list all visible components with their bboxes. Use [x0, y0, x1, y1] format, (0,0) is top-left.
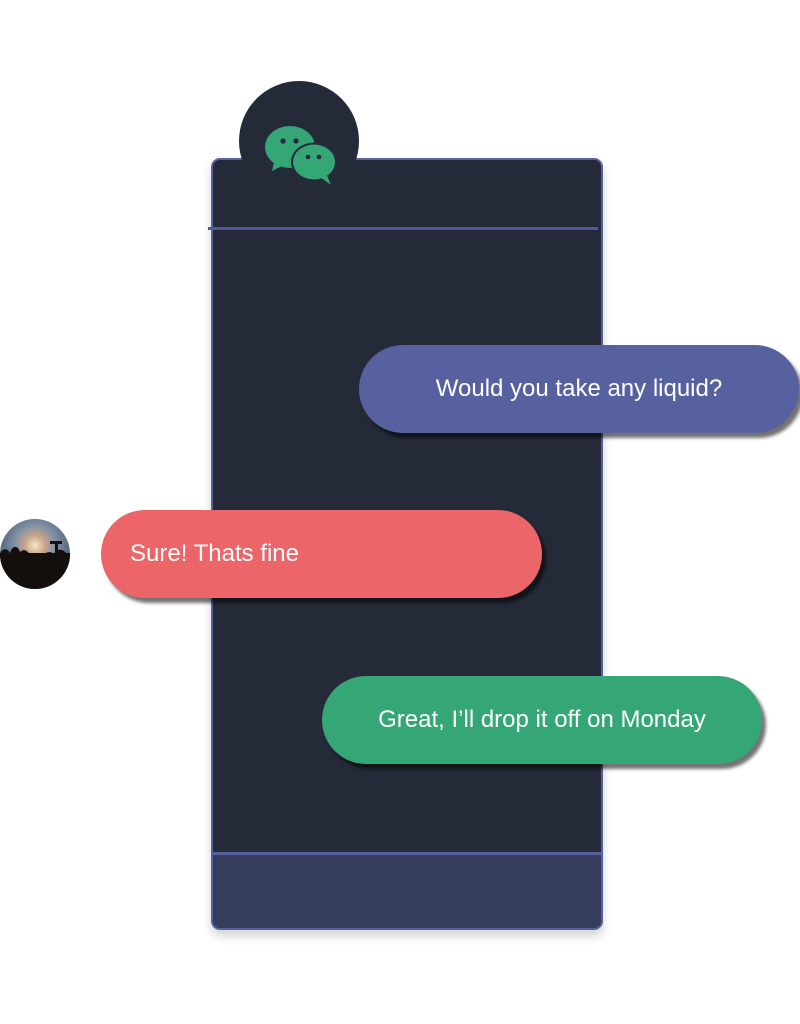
message-text: Great, I’ll drop it off on Monday [378, 706, 706, 733]
app-badge [239, 81, 359, 201]
message-text: Sure! Thats fine [130, 540, 299, 567]
header-divider [208, 227, 598, 230]
message-outgoing[interactable]: Great, I’ll drop it off on Monday [322, 676, 762, 764]
avatar-ground [0, 552, 70, 589]
phone-input-bar[interactable] [213, 852, 601, 928]
input-bar-divider [213, 852, 601, 855]
avatar[interactable] [0, 519, 70, 589]
chat-illustration: Would you take any liquid? Sure! Thats f… [0, 0, 800, 1024]
chat-bubbles-icon [265, 126, 336, 185]
message-incoming[interactable]: Sure! Thats fine [101, 510, 542, 598]
message-text: Would you take any liquid? [435, 375, 723, 402]
message-outgoing[interactable]: Would you take any liquid? [359, 345, 799, 433]
